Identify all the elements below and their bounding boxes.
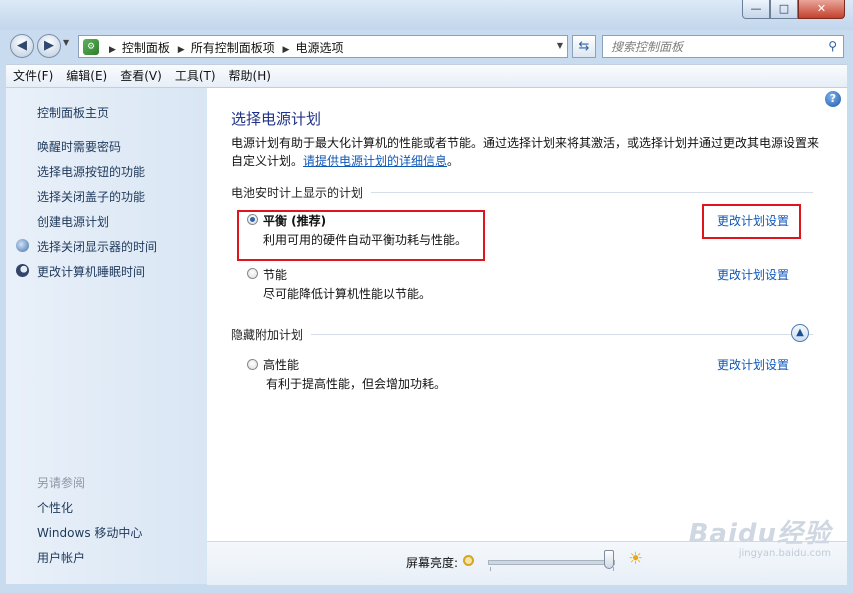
sidebar-item-mobility-center[interactable]: Windows 移动中心: [37, 524, 142, 541]
chevron-up-icon: ▲: [796, 327, 804, 338]
breadcrumb-power-options[interactable]: 电源选项: [295, 41, 343, 55]
maximize-button[interactable]: □: [770, 0, 798, 19]
search-box[interactable]: ⚲: [602, 35, 844, 58]
arrow-right-icon: ▶: [44, 38, 54, 53]
sidebar-item-wake-password[interactable]: 唤醒时需要密码: [37, 138, 121, 155]
plan-power-saver[interactable]: 节能 尽可能降低计算机性能以节能。 更改计划设置: [247, 266, 807, 302]
menu-bar: 文件(F) 编辑(E) 查看(V) 工具(T) 帮助(H): [6, 64, 847, 88]
brightness-label: 屏幕亮度:: [406, 556, 459, 570]
section-battery-label: 电池安时计上显示的计划: [231, 184, 372, 201]
recent-pages-dropdown[interactable]: ▼: [63, 38, 69, 47]
plan-high-performance-radio[interactable]: [247, 359, 258, 370]
breadcrumb-control-panel[interactable]: 控制面板: [122, 41, 170, 55]
forward-button[interactable]: ▶: [37, 34, 61, 58]
section-hidden-label[interactable]: 隐藏附加计划: [231, 326, 312, 343]
search-input[interactable]: [603, 36, 826, 57]
plan-details-link[interactable]: 请提供电源计划的详细信息: [303, 154, 447, 168]
main-content: ? 选择电源计划 电源计划有助于最大化计算机的性能或者节能。通过选择计划来将其激…: [207, 88, 847, 585]
search-icon[interactable]: ⚲: [828, 39, 837, 53]
title-bar: — □ ✕: [0, 0, 853, 30]
sidebar-item-sleep-time[interactable]: 更改计算机睡眠时间: [37, 263, 145, 280]
back-button[interactable]: ◀: [10, 34, 34, 58]
section-divider: [231, 334, 813, 335]
highlight-box-plan: [237, 210, 485, 261]
navigation-bar: ◀ ▶ ▼ ⚙ ▶控制面板 ▶所有控制面板项 ▶电源选项 ▼ ⇆ ⚲: [0, 30, 853, 64]
plan-power-saver-desc: 尽可能降低计算机性能以节能。: [263, 287, 432, 301]
refresh-icon: ⇆: [578, 39, 590, 54]
plan-power-saver-radio[interactable]: [247, 268, 258, 279]
plan-power-saver-settings-link[interactable]: 更改计划设置: [717, 266, 789, 283]
page-title: 选择电源计划: [231, 110, 322, 128]
menu-tools[interactable]: 工具(T): [168, 65, 222, 87]
hidden-plans-section[interactable]: 隐藏附加计划: [231, 326, 813, 343]
collapse-hidden-plans-button[interactable]: ▲: [791, 324, 809, 342]
brightness-slider-thumb[interactable]: [603, 550, 614, 569]
watermark-logo: Baidu经验: [688, 519, 831, 549]
address-dropdown[interactable]: ▼: [557, 41, 563, 50]
chevron-right-icon[interactable]: ▶: [105, 45, 122, 55]
highlight-box-settings-link: [702, 204, 801, 239]
menu-help[interactable]: 帮助(H): [222, 65, 277, 87]
address-bar[interactable]: ⚙ ▶ 控制面板 ▶ 所有控制面板项 ▶ 电源选项 ▼: [78, 35, 568, 58]
breadcrumb: ▶ 控制面板 ▶ 所有控制面板项 ▶ 电源选项: [105, 39, 343, 56]
plan-high-performance[interactable]: 高性能 有利于提高性能，但会增加功耗。 更改计划设置: [247, 356, 807, 392]
menu-edit[interactable]: 编辑(E): [59, 65, 113, 87]
control-panel-window: — □ ✕ ◀ ▶ ▼ ⚙ ▶控制面板 ▶所有控制面板项 ▶电源选项 ▼ ⇆ ⚲…: [0, 0, 853, 593]
sidebar: 控制面板主页 唤醒时需要密码 选择电源按钮的功能 选择关闭盖子的功能 创建电源计…: [6, 88, 207, 584]
plan-power-saver-name[interactable]: 节能: [263, 266, 287, 283]
moon-icon: [16, 264, 29, 277]
sidebar-item-display-off[interactable]: 选择关闭显示器的时间: [37, 238, 157, 255]
watermark: Baidu经验 jingyan.baidu.com: [689, 513, 831, 559]
menu-view[interactable]: 查看(V): [113, 65, 168, 87]
plan-high-performance-settings-link[interactable]: 更改计划设置: [717, 356, 789, 373]
plan-high-performance-name[interactable]: 高性能: [263, 356, 299, 373]
sidebar-item-user-accounts[interactable]: 用户帐户: [37, 549, 85, 566]
close-button[interactable]: ✕: [798, 0, 845, 19]
plan-high-performance-desc: 有利于提高性能，但会增加功耗。: [266, 377, 447, 391]
description-end: 。: [447, 154, 460, 168]
chevron-right-icon[interactable]: ▶: [174, 45, 191, 55]
refresh-button[interactable]: ⇆: [572, 35, 596, 58]
control-panel-icon: ⚙: [83, 39, 99, 55]
brightness-slider-track[interactable]: [488, 560, 615, 565]
sidebar-item-create-plan[interactable]: 创建电源计划: [37, 213, 109, 230]
brightness-low-icon: [463, 555, 474, 566]
page-description: 电源计划有助于最大化计算机的性能或者节能。通过选择计划来将其激活，或选择计划并通…: [231, 134, 821, 170]
sidebar-item-power-button[interactable]: 选择电源按钮的功能: [37, 163, 145, 180]
sidebar-home-link[interactable]: 控制面板主页: [37, 104, 109, 121]
breadcrumb-all-items[interactable]: 所有控制面板项: [191, 41, 275, 55]
arrow-left-icon: ◀: [17, 38, 27, 53]
sidebar-item-personalization[interactable]: 个性化: [37, 499, 73, 516]
help-icon[interactable]: ?: [825, 91, 841, 107]
display-timer-icon: [16, 239, 29, 252]
minimize-button[interactable]: —: [742, 0, 770, 19]
brightness-high-icon: ☀: [628, 549, 644, 569]
see-also-heading: 另请参阅: [37, 476, 86, 490]
sidebar-item-lid-close[interactable]: 选择关闭盖子的功能: [37, 188, 145, 205]
battery-plans-section: 电池安时计上显示的计划: [231, 184, 813, 201]
menu-file[interactable]: 文件(F): [6, 65, 59, 87]
chevron-right-icon[interactable]: ▶: [279, 45, 296, 55]
brightness-slider-ticks: [490, 567, 614, 571]
